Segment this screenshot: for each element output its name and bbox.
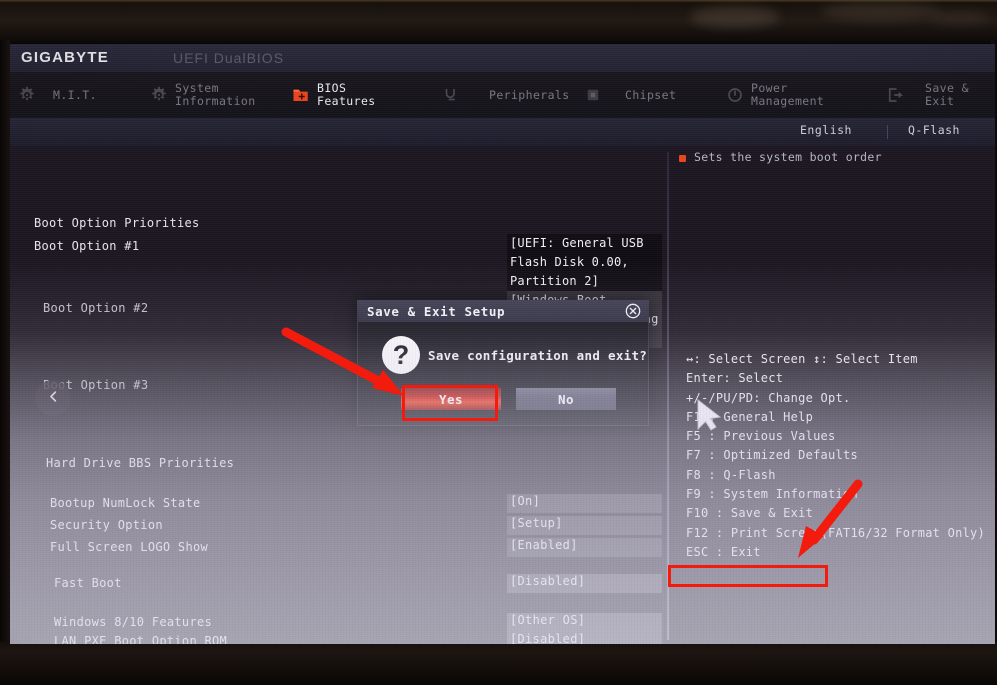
- table-row[interactable]: Hard Drive BBS Priorities: [10, 456, 670, 475]
- tab-system-information[interactable]: System Information: [150, 72, 256, 118]
- legend-row: F1 : General Help: [686, 409, 814, 424]
- setting-label: Fast Boot: [54, 576, 122, 590]
- setting-label: LAN PXE Boot Option ROM: [54, 634, 228, 644]
- setting-value[interactable]: [On]: [507, 494, 662, 513]
- subbar-divider: [887, 125, 888, 139]
- tab-bios-features[interactable]: BIOS Features: [292, 72, 376, 118]
- tab-save-and-exit[interactable]: Save & Exit: [886, 72, 995, 118]
- annotation-arrow-to-f10: [798, 479, 863, 558]
- dialog-message: Save configuration and exit?: [428, 348, 648, 363]
- setting-value[interactable]: [Enabled]: [507, 538, 662, 557]
- annotation-box-f10-save-exit: [668, 565, 828, 587]
- tab-system-information-label: System Information: [175, 81, 256, 108]
- setting-value[interactable]: [Disabled]: [507, 574, 662, 593]
- table-row[interactable]: Fast Boot [Disabled]: [10, 574, 670, 595]
- setting-label: Hard Drive BBS Priorities: [46, 456, 235, 470]
- tab-mit-label: M.I.T.: [53, 87, 97, 102]
- brand-bar: GIGABYTE UEFI DualBIOS: [10, 44, 995, 72]
- tab-save-and-exit-label: Save & Exit: [925, 81, 969, 108]
- setting-label: Full Screen LOGO Show: [50, 540, 209, 554]
- back-navigation-button[interactable]: [35, 380, 71, 416]
- power-icon: [726, 86, 744, 104]
- gigabyte-logo: GIGABYTE: [21, 49, 109, 66]
- monitor-bezel-left: [0, 40, 10, 652]
- setting-label: Boot Option #1: [34, 239, 140, 253]
- help-bullet-icon: [679, 155, 686, 162]
- gear-icon: [18, 86, 36, 104]
- legend-row: F7 : Optimized Defaults: [686, 448, 858, 463]
- tab-bios-features-label: BIOS Features: [317, 81, 376, 108]
- sub-bar: English Q-Flash: [10, 118, 995, 146]
- help-description-text: Sets the system boot order: [694, 150, 882, 164]
- close-circle-icon[interactable]: [625, 303, 641, 319]
- tab-power-management-label: Power Management: [751, 81, 825, 108]
- legend-row: Enter: Select: [686, 371, 784, 386]
- dialog-title: Save & Exit Setup: [367, 303, 506, 319]
- setting-label: Security Option: [50, 518, 163, 532]
- table-row[interactable]: Full Screen LOGO Show [Enabled]: [10, 538, 670, 559]
- tab-power-management[interactable]: Power Management: [726, 72, 824, 118]
- tab-peripherals[interactable]: Peripherals: [442, 72, 570, 118]
- setting-value[interactable]: [Other OS]: [507, 613, 662, 632]
- exit-icon: [886, 86, 904, 104]
- main-tab-strip: M.I.T. System Information BIOS Features …: [10, 72, 995, 118]
- setting-value[interactable]: [Setup]: [507, 516, 662, 535]
- plug-icon: [442, 86, 460, 104]
- monitor-bezel-top: [0, 0, 997, 46]
- language-selector[interactable]: English: [800, 123, 852, 137]
- legend-row: F5 : Previous Values: [686, 429, 836, 444]
- section-title: Boot Option Priorities: [34, 216, 200, 230]
- setting-label: Bootup NumLock State: [50, 496, 201, 510]
- dialog-title-bar: Save & Exit Setup: [357, 300, 649, 322]
- annotation-arrow-to-yes: [281, 327, 404, 396]
- mouse-pointer-icon: [696, 398, 722, 437]
- gear-icon: [150, 86, 168, 104]
- setting-label: Boot Option #2: [43, 301, 149, 315]
- settings-section-header: Boot Option Priorities: [10, 216, 670, 235]
- photograph-of-monitor: GIGABYTE UEFI DualBIOS M.I.T. System Inf…: [0, 0, 997, 685]
- setting-label: Windows 8/10 Features: [54, 615, 213, 629]
- table-row[interactable]: Security Option [Setup]: [10, 516, 670, 537]
- tab-mit[interactable]: M.I.T.: [18, 72, 97, 118]
- tab-chipset[interactable]: Chipset: [584, 72, 676, 118]
- table-row[interactable]: LAN PXE Boot Option ROM [Disabled]: [10, 632, 670, 644]
- annotation-box-yes-button: [402, 385, 498, 421]
- chevron-left-icon: [46, 389, 61, 408]
- help-description-area: Sets the system boot order: [670, 146, 995, 170]
- setting-value[interactable]: [Disabled]: [507, 632, 662, 644]
- q-flash-button[interactable]: Q-Flash: [908, 123, 960, 137]
- chip-icon: [584, 86, 602, 104]
- table-row[interactable]: Bootup NumLock State [On]: [10, 494, 670, 515]
- tab-peripherals-label: Peripherals: [489, 87, 570, 102]
- legend-row: ↔: Select Screen ↕: Select Item: [686, 352, 918, 366]
- legend-row: +/-/PU/PD: Change Opt.: [686, 390, 851, 405]
- setting-value-boot-option-1[interactable]: [UEFI: General USB Flash Disk 0.00, Part…: [507, 234, 662, 291]
- uefi-dualbios-label: UEFI DualBIOS: [173, 50, 285, 66]
- folder-plus-icon: [292, 86, 310, 104]
- tab-chipset-label: Chipset: [625, 87, 677, 102]
- monitor-bezel-bottom: [0, 642, 997, 685]
- no-button[interactable]: No: [516, 388, 616, 410]
